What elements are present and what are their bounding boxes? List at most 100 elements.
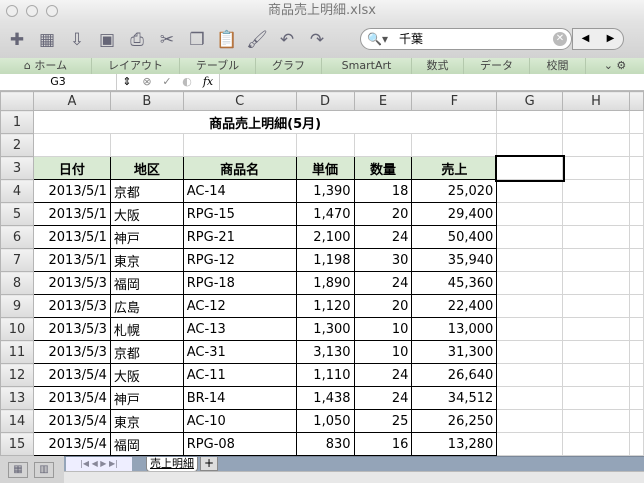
tab-data[interactable]: データ — [464, 58, 530, 74]
cell[interactable] — [628, 133, 644, 157]
data-cell[interactable]: 大阪 — [109, 363, 184, 387]
cell[interactable] — [496, 133, 564, 157]
copy-icon[interactable]: ❐ — [184, 27, 210, 53]
data-cell[interactable]: AC-10 — [182, 409, 297, 433]
page-layout-view-icon[interactable]: ▥ — [34, 461, 54, 478]
row-header[interactable]: 3 — [0, 156, 34, 180]
cell[interactable] — [562, 432, 630, 456]
data-cell[interactable]: 2013/5/3 — [32, 294, 111, 318]
data-cell[interactable]: 30 — [353, 248, 413, 272]
row-header[interactable]: 1 — [0, 110, 34, 134]
cell[interactable] — [628, 294, 644, 318]
data-cell[interactable]: 1,470 — [295, 202, 355, 226]
tab-smartart[interactable]: SmartArt — [322, 58, 412, 74]
data-cell[interactable]: 2013/5/1 — [32, 179, 111, 203]
cell[interactable] — [628, 156, 644, 180]
data-cell[interactable]: 24 — [353, 363, 413, 387]
row-header[interactable]: 5 — [0, 202, 34, 226]
zoom-button[interactable] — [46, 5, 58, 17]
select-all-corner[interactable] — [0, 91, 34, 111]
cell[interactable] — [496, 225, 564, 249]
cell[interactable] — [496, 202, 564, 226]
data-cell[interactable]: 25 — [353, 409, 413, 433]
cell[interactable] — [496, 271, 564, 295]
cell[interactable] — [628, 317, 644, 341]
data-cell[interactable]: 10 — [353, 317, 413, 341]
selected-cell[interactable] — [494, 154, 565, 182]
close-button[interactable] — [6, 5, 18, 17]
data-cell[interactable]: 1,890 — [295, 271, 355, 295]
add-sheet-button[interactable]: + — [200, 457, 218, 471]
cell[interactable] — [496, 179, 564, 203]
data-cell[interactable]: 2013/5/4 — [32, 386, 111, 410]
row-header[interactable]: 6 — [0, 225, 34, 249]
cell[interactable] — [295, 133, 355, 157]
data-cell[interactable]: AC-14 — [182, 179, 297, 203]
data-cell[interactable]: 3,130 — [295, 340, 355, 364]
cell[interactable] — [628, 363, 644, 387]
data-cell[interactable]: 1,198 — [295, 248, 355, 272]
tab-layout[interactable]: レイアウト — [92, 58, 180, 74]
cell[interactable] — [496, 409, 564, 433]
column-header[interactable]: B — [109, 91, 184, 111]
paste-icon[interactable]: 📋 — [214, 27, 240, 53]
spreadsheet-grid[interactable]: A B C D E F G H 1 商品売上明細(5月) 2 3 日付 地区 商品名 単価 数量 売上 4 2013/… — [0, 91, 644, 456]
cell[interactable] — [628, 179, 644, 203]
data-cell[interactable]: 10 — [353, 340, 413, 364]
cell[interactable] — [496, 363, 564, 387]
name-box[interactable]: G3 — [0, 74, 117, 90]
data-cell[interactable]: 2,100 — [295, 225, 355, 249]
data-cell[interactable]: 16 — [353, 432, 413, 456]
data-cell[interactable]: 札幌 — [109, 317, 184, 341]
data-cell[interactable]: 広島 — [109, 294, 184, 318]
cell[interactable] — [628, 340, 644, 364]
data-cell[interactable]: 神戸 — [109, 386, 184, 410]
cell[interactable] — [353, 133, 413, 157]
function-wizard-icon[interactable]: ◐ — [177, 74, 197, 90]
column-header[interactable]: C — [182, 91, 297, 111]
cell[interactable] — [628, 386, 644, 410]
cell[interactable] — [628, 409, 644, 433]
name-box-stepper[interactable]: ⇕ — [117, 74, 137, 90]
header-cell[interactable]: 地区 — [109, 156, 184, 180]
cell[interactable] — [628, 202, 644, 226]
row-header[interactable]: 2 — [0, 133, 34, 157]
data-cell[interactable]: 2013/5/3 — [32, 271, 111, 295]
cell[interactable] — [496, 110, 564, 134]
data-cell[interactable]: 24 — [353, 386, 413, 410]
cell[interactable] — [562, 110, 630, 134]
cell[interactable] — [628, 110, 644, 134]
data-cell[interactable]: 2013/5/3 — [32, 317, 111, 341]
data-cell[interactable]: 1,050 — [295, 409, 355, 433]
data-cell[interactable]: 20 — [353, 202, 413, 226]
data-cell[interactable]: 830 — [295, 432, 355, 456]
header-cell[interactable]: 商品名 — [182, 156, 297, 180]
redo-icon[interactable]: ↷ — [304, 27, 330, 53]
data-cell[interactable]: 24 — [353, 271, 413, 295]
cancel-icon[interactable]: ⊗ — [137, 74, 157, 90]
cell[interactable] — [562, 225, 630, 249]
data-cell[interactable]: RPG-18 — [182, 271, 297, 295]
data-cell[interactable]: AC-31 — [182, 340, 297, 364]
cell[interactable] — [628, 432, 644, 456]
data-cell[interactable]: 13,280 — [411, 432, 498, 456]
new-icon[interactable]: ✚ — [4, 27, 30, 53]
column-header[interactable]: G — [496, 91, 564, 111]
row-header[interactable]: 10 — [0, 317, 34, 341]
fx-button[interactable]: fx — [197, 74, 219, 90]
data-cell[interactable]: 18 — [353, 179, 413, 203]
data-cell[interactable]: BR-14 — [182, 386, 297, 410]
data-cell[interactable]: RPG-12 — [182, 248, 297, 272]
row-header[interactable]: 8 — [0, 271, 34, 295]
cell[interactable] — [562, 271, 630, 295]
cell[interactable] — [496, 386, 564, 410]
cell[interactable] — [562, 179, 630, 203]
row-header[interactable]: 4 — [0, 179, 34, 203]
cell[interactable] — [562, 294, 630, 318]
header-cell[interactable]: 単価 — [295, 156, 355, 180]
save-icon[interactable]: ▣ — [94, 27, 120, 53]
tab-home[interactable]: ⌂ ホーム — [0, 58, 92, 74]
data-cell[interactable]: RPG-15 — [182, 202, 297, 226]
cell[interactable] — [628, 225, 644, 249]
data-cell[interactable]: 35,940 — [411, 248, 498, 272]
